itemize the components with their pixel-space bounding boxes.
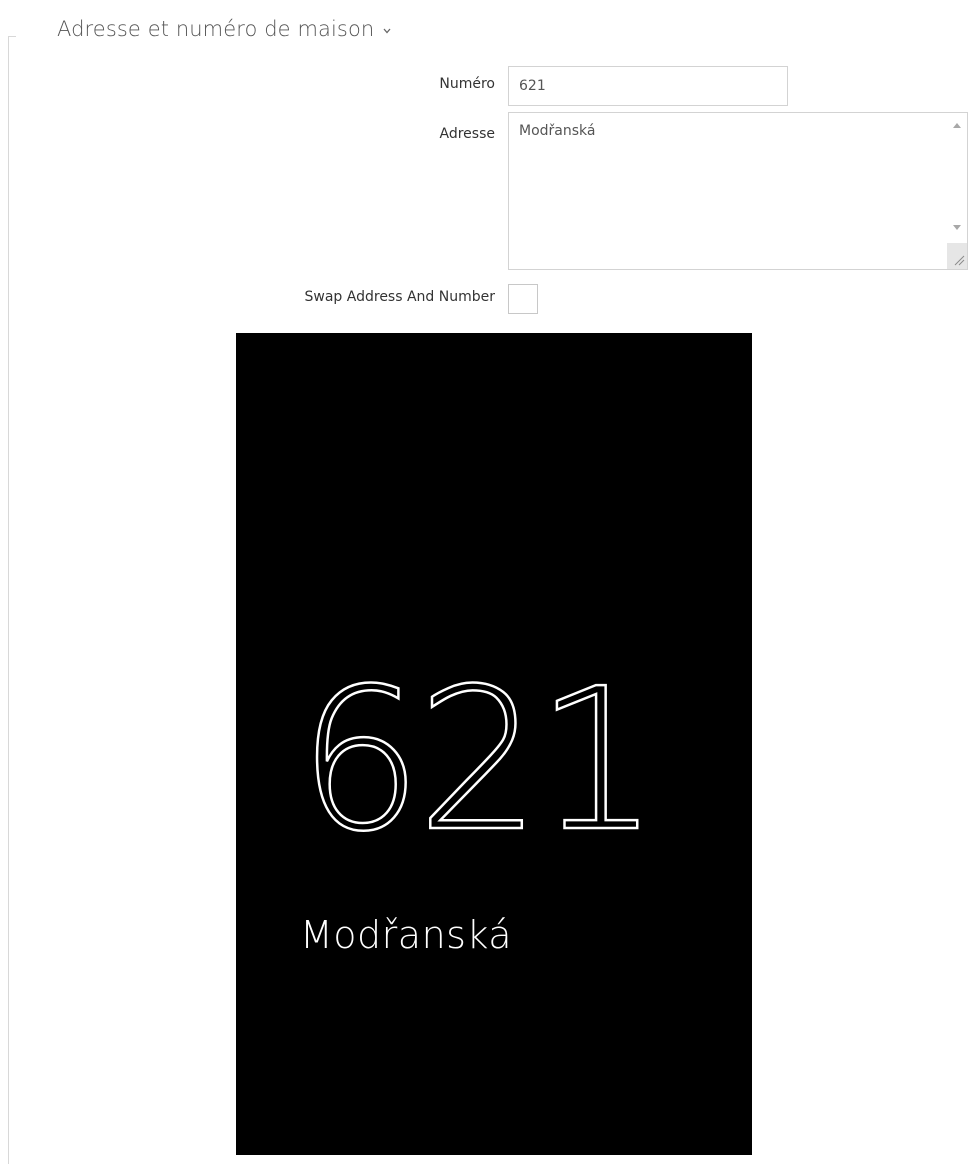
swap-checkbox[interactable] bbox=[508, 284, 538, 314]
section-header[interactable]: Adresse et numéro de maison bbox=[57, 12, 392, 46]
display-preview: 621 Modřanská bbox=[236, 333, 752, 1155]
swap-label: Swap Address And Number bbox=[304, 289, 495, 305]
section-title: Adresse et numéro de maison bbox=[57, 17, 375, 41]
address-textarea-wrapper: Modřanská bbox=[508, 112, 968, 270]
number-label: Numéro bbox=[439, 76, 495, 92]
resize-grip-icon bbox=[954, 255, 965, 266]
number-input[interactable] bbox=[508, 66, 788, 106]
address-textarea[interactable]: Modřanská bbox=[509, 113, 949, 269]
group-border-top bbox=[8, 36, 16, 37]
resize-handle[interactable] bbox=[947, 243, 967, 269]
group-border bbox=[8, 36, 9, 1164]
scroll-down-arrow-icon[interactable] bbox=[953, 225, 961, 230]
preview-address: Modřanská bbox=[300, 913, 513, 957]
chevron-down-icon bbox=[383, 28, 391, 34]
address-label: Adresse bbox=[439, 126, 495, 142]
scroll-up-arrow-icon[interactable] bbox=[953, 123, 961, 128]
preview-number: 621 bbox=[297, 647, 662, 875]
